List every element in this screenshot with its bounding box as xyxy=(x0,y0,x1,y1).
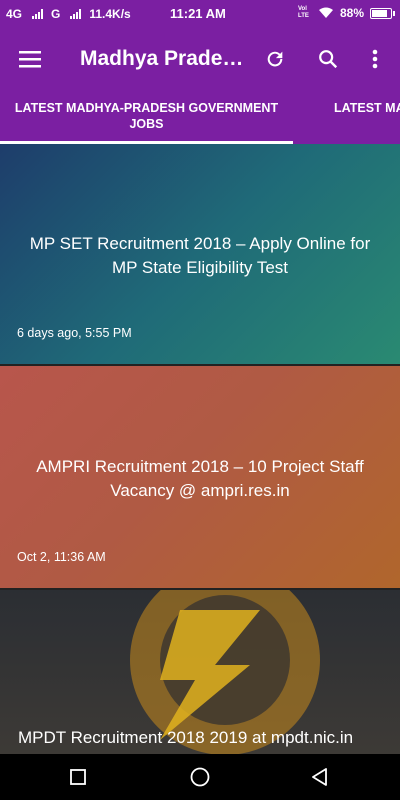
wifi-icon xyxy=(318,7,333,18)
volte-label: Vol LTE xyxy=(297,6,309,19)
triangle-back-icon[interactable] xyxy=(290,754,350,800)
signal-icon-2 xyxy=(70,9,82,19)
tab-latest-mp-govt-jobs[interactable]: LATEST MADHYA-PRADESH GOVERNMENT JOBS xyxy=(0,100,293,132)
post-card[interactable]: MP SET Recruitment 2018 – Apply Online f… xyxy=(0,144,400,364)
network-label-1: 4G xyxy=(6,7,23,21)
app-title: Madhya Pradesh Govt Jobs xyxy=(80,47,250,70)
battery-percent: 88% xyxy=(339,6,364,20)
search-icon[interactable] xyxy=(312,43,344,75)
tab-bar: LATEST MADHYA-PRADESH GOVERNMENT JOBS LA… xyxy=(0,90,400,144)
post-title: MP SET Recruitment 2018 – Apply Online f… xyxy=(29,234,371,277)
battery-icon xyxy=(370,7,395,19)
more-vertical-icon[interactable] xyxy=(359,43,391,75)
app-toolbar: Madhya Pradesh Govt Jobs xyxy=(0,28,400,90)
post-card[interactable]: MPDT Recruitment 2018 2019 at mpdt.nic.i… xyxy=(0,590,400,754)
status-bar: 4G G 11.4K/s 11:21 AM Vol LTE 88% xyxy=(0,0,400,28)
post-time: Oct 2, 11:36 AM xyxy=(17,550,106,564)
network-label-2: G xyxy=(51,7,61,21)
square-recents-icon[interactable] xyxy=(48,754,108,800)
circle-home-icon[interactable] xyxy=(170,754,230,800)
signal-icon xyxy=(32,9,44,19)
post-time: 6 days ago, 5:55 PM xyxy=(17,326,132,340)
tab-latest-next[interactable]: LATEST MA xyxy=(334,100,400,116)
clock: 11:21 AM xyxy=(170,6,226,21)
post-title: MPDT Recruitment 2018 2019 at mpdt.nic.i… xyxy=(18,728,354,747)
hamburger-menu-icon[interactable] xyxy=(14,43,46,75)
post-card[interactable]: AMPRI Recruitment 2018 – 10 Project Staf… xyxy=(0,366,400,588)
network-speed: 11.4K/s xyxy=(89,7,131,21)
refresh-icon[interactable] xyxy=(259,43,291,75)
post-title: AMPRI Recruitment 2018 – 10 Project Staf… xyxy=(36,457,364,500)
system-nav-bar xyxy=(0,754,400,800)
